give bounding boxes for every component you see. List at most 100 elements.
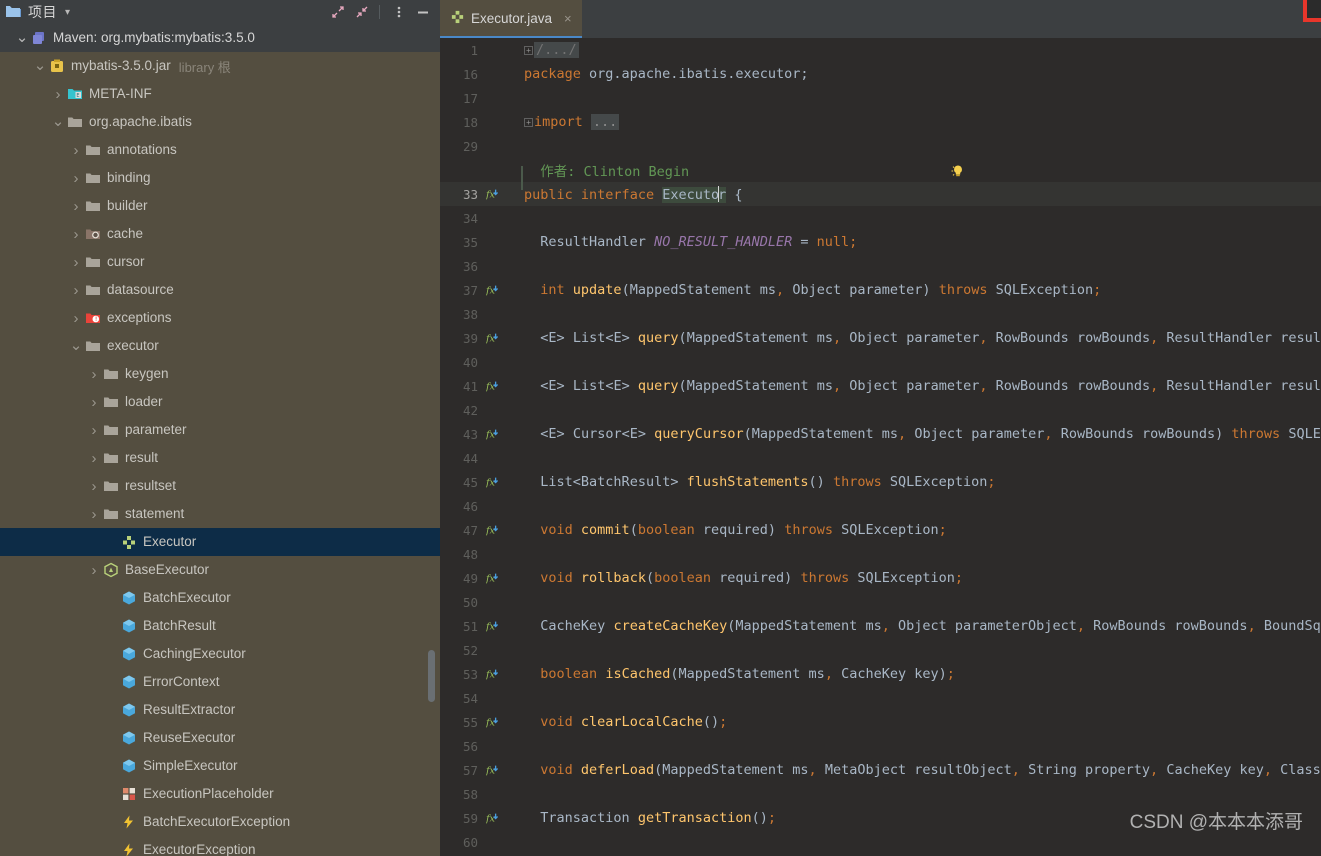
- tree-item-datasource[interactable]: › datasource: [0, 276, 440, 304]
- code-line-18[interactable]: 18 + import ...: [440, 110, 1321, 134]
- code-line-43[interactable]: 43 fx <E> Cursor<E> queryCursor(MappedSta…: [440, 422, 1321, 446]
- code-line-54[interactable]: 54: [440, 686, 1321, 710]
- minimize-icon[interactable]: [412, 1, 434, 23]
- tree-item-result[interactable]: › result: [0, 444, 440, 472]
- code-line-37[interactable]: 37 fx int update(MappedStatement ms, Obje…: [440, 278, 1321, 302]
- tree-item-reuseexecutor[interactable]: ReuseExecutor: [0, 724, 440, 752]
- tree-item-maven-org-mybatis-mybatis-3-5-0[interactable]: ⌄ Maven: org.mybatis:mybatis:3.5.0: [0, 24, 440, 52]
- code-line-41[interactable]: 41 fx <E> List<E> query(MappedStatement m…: [440, 374, 1321, 398]
- chevron-right-icon[interactable]: ›: [68, 226, 84, 243]
- code-line-58[interactable]: 58: [440, 782, 1321, 806]
- project-tree[interactable]: ⌄ Maven: org.mybatis:mybatis:3.5.0 ⌄ mybati…: [0, 24, 440, 856]
- chevron-right-icon[interactable]: ›: [50, 86, 66, 103]
- expand-icon[interactable]: [327, 1, 349, 23]
- implementation-marker-icon[interactable]: fx: [482, 187, 504, 201]
- code-line-50[interactable]: 50: [440, 590, 1321, 614]
- chevron-right-icon[interactable]: ›: [86, 366, 102, 383]
- code-line-49[interactable]: 49 fx void rollback(boolean required) thr…: [440, 566, 1321, 590]
- tree-item-executor[interactable]: ⌄ executor: [0, 332, 440, 360]
- code-line-46[interactable]: 46: [440, 494, 1321, 518]
- code-line-1[interactable]: 1 +/.../: [440, 38, 1321, 62]
- code-line-42[interactable]: 42: [440, 398, 1321, 422]
- code-line-39[interactable]: 39 fx <E> List<E> query(MappedStatement m…: [440, 326, 1321, 350]
- tree-item-errorcontext[interactable]: ErrorContext: [0, 668, 440, 696]
- code-line-45[interactable]: 45 fx List<BatchResult> flushStatements()…: [440, 470, 1321, 494]
- implementation-marker-icon[interactable]: fx: [482, 379, 504, 393]
- tree-item-builder[interactable]: › builder: [0, 192, 440, 220]
- chevron-right-icon[interactable]: ›: [68, 254, 84, 271]
- tree-item-resultextractor[interactable]: ResultExtractor: [0, 696, 440, 724]
- close-icon[interactable]: ×: [564, 11, 572, 26]
- chevron-right-icon[interactable]: ›: [86, 450, 102, 467]
- chevron-right-icon[interactable]: ›: [68, 142, 84, 159]
- implementation-marker-icon[interactable]: fx: [482, 667, 504, 681]
- tree-item-batchexecutor[interactable]: BatchExecutor: [0, 584, 440, 612]
- implementation-marker-icon[interactable]: fx: [482, 331, 504, 345]
- chevron-right-icon[interactable]: ›: [86, 562, 102, 579]
- chevron-down-icon[interactable]: ⌄: [14, 30, 30, 46]
- code-line-47[interactable]: 47 fx void commit(boolean required) throw…: [440, 518, 1321, 542]
- tree-item-mybatis-3-5-0-jar[interactable]: ⌄ mybatis-3.5.0.jar library 根: [0, 52, 440, 80]
- implementation-marker-icon[interactable]: fx: [482, 523, 504, 537]
- tab-executor-java[interactable]: Executor.java ×: [440, 0, 582, 38]
- tree-item-cursor[interactable]: › cursor: [0, 248, 440, 276]
- tree-item-exceptions[interactable]: ›! exceptions: [0, 304, 440, 332]
- chevron-right-icon[interactable]: ›: [86, 394, 102, 411]
- chevron-right-icon[interactable]: ›: [86, 478, 102, 495]
- code-line-17[interactable]: 17: [440, 86, 1321, 110]
- tree-item-simpleexecutor[interactable]: SimpleExecutor: [0, 752, 440, 780]
- tree-item-baseexecutor[interactable]: › BaseExecutor: [0, 556, 440, 584]
- tree-item-keygen[interactable]: › keygen: [0, 360, 440, 388]
- code-line-29[interactable]: 29: [440, 134, 1321, 158]
- implementation-marker-icon[interactable]: fx: [482, 763, 504, 777]
- code-line-55[interactable]: 55 fx void clearLocalCache();: [440, 710, 1321, 734]
- tree-item-cachingexecutor[interactable]: CachingExecutor: [0, 640, 440, 668]
- tree-item-binding[interactable]: › binding: [0, 164, 440, 192]
- tree-item-annotations[interactable]: › annotations: [0, 136, 440, 164]
- code-line-35[interactable]: 35 ResultHandler NO_RESULT_HANDLER = nul…: [440, 230, 1321, 254]
- code-line-40[interactable]: 40: [440, 350, 1321, 374]
- code-editor[interactable]: 1 +/.../ 16 package org.apache.ibatis.execu…: [440, 38, 1321, 856]
- collapse-icon[interactable]: [351, 1, 373, 23]
- code-line-34[interactable]: 34: [440, 206, 1321, 230]
- tree-item-batchresult[interactable]: BatchResult: [0, 612, 440, 640]
- implementation-marker-icon[interactable]: fx: [482, 715, 504, 729]
- sidebar-scrollbar-thumb[interactable]: [428, 650, 435, 702]
- code-line-57[interactable]: 57 fx void deferLoad(MappedStatement ms, …: [440, 758, 1321, 782]
- chevron-right-icon[interactable]: ›: [68, 198, 84, 215]
- chevron-down-icon[interactable]: ▾: [65, 7, 70, 18]
- tree-item-parameter[interactable]: › parameter: [0, 416, 440, 444]
- implementation-marker-icon[interactable]: fx: [482, 571, 504, 585]
- implementation-marker-icon[interactable]: fx: [482, 283, 504, 297]
- code-line-48[interactable]: 48: [440, 542, 1321, 566]
- code-line-52[interactable]: 52: [440, 638, 1321, 662]
- code-line-33[interactable]: 33 fx public interface Executor {: [440, 182, 1321, 206]
- chevron-right-icon[interactable]: ›: [68, 310, 84, 327]
- tree-item-statement[interactable]: › statement: [0, 500, 440, 528]
- chevron-right-icon[interactable]: ›: [86, 506, 102, 523]
- code-line-51[interactable]: 51 fx CacheKey createCacheKey(MappedState…: [440, 614, 1321, 638]
- tree-item-meta-inf[interactable]: › E META-INF: [0, 80, 440, 108]
- chevron-right-icon[interactable]: ›: [86, 422, 102, 439]
- code-line-56[interactable]: 56: [440, 734, 1321, 758]
- tree-item-org-apache-ibatis[interactable]: ⌄ org.apache.ibatis: [0, 108, 440, 136]
- code-line-38[interactable]: 38: [440, 302, 1321, 326]
- chevron-down-icon[interactable]: ⌄: [32, 58, 48, 74]
- code-line-53[interactable]: 53 fx boolean isCached(MappedStatement ms…: [440, 662, 1321, 686]
- chevron-down-icon[interactable]: ⌄: [68, 338, 84, 354]
- implementation-marker-icon[interactable]: fx: [482, 475, 504, 489]
- intention-bulb-icon[interactable]: [950, 163, 966, 179]
- notification-corner-icon[interactable]: [1297, 0, 1321, 30]
- tree-item-batchexecutorexception[interactable]: BatchExecutorException: [0, 808, 440, 836]
- chevron-right-icon[interactable]: ›: [68, 170, 84, 187]
- tree-item-executor[interactable]: Executor: [0, 528, 440, 556]
- chevron-right-icon[interactable]: ›: [68, 282, 84, 299]
- tree-item-resultset[interactable]: › resultset: [0, 472, 440, 500]
- chevron-down-icon[interactable]: ⌄: [50, 114, 66, 130]
- tree-item-cache[interactable]: › cache: [0, 220, 440, 248]
- more-options-icon[interactable]: [388, 1, 410, 23]
- tree-item-executorexception[interactable]: ExecutorException: [0, 836, 440, 856]
- code-line-doc[interactable]: 作者: Clinton Begin: [440, 158, 1321, 190]
- code-line-36[interactable]: 36: [440, 254, 1321, 278]
- code-line-16[interactable]: 16 package org.apache.ibatis.executor;: [440, 62, 1321, 86]
